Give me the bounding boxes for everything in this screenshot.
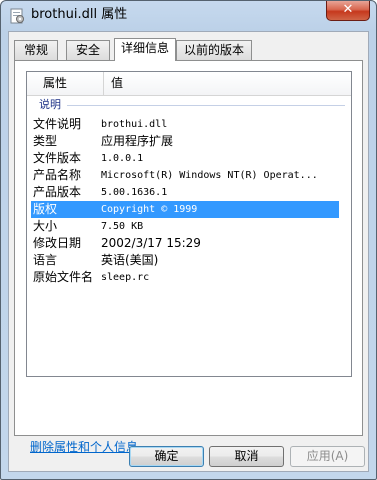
details-panel: 属性 值 说明 文件说明 brothui.dll 类型 应用程序扩展 文件版本 … [14,60,363,454]
list-item[interactable]: 语言 英语(美国) [31,252,339,269]
tab-security[interactable]: 安全 [66,40,110,60]
title-bar[interactable]: brothui.dll 属性 ✕ [1,1,376,31]
property-value: Microsoft(R) Windows NT(R) Operat... [101,170,318,181]
property-name: 版权 [33,202,58,216]
apply-button[interactable]: 应用(A) [290,446,365,467]
property-name: 原始文件名 [33,270,94,284]
tab-details[interactable]: 详细信息 [114,38,176,61]
column-header-property[interactable]: 属性 [43,72,67,95]
group-label: 说明 [39,98,61,111]
list-item[interactable]: 原始文件名 sleep.rc [31,269,339,286]
list-header: 属性 值 [27,72,351,96]
column-header-value[interactable]: 值 [111,72,123,95]
property-name: 修改日期 [33,236,82,250]
column-divider[interactable] [103,72,104,95]
window-title: brothui.dll 属性 [31,7,128,22]
property-name: 文件说明 [33,117,82,131]
remove-properties-link[interactable]: 删除属性和个人信息 [30,438,138,455]
list-item[interactable]: 文件版本 1.0.0.1 [31,150,339,167]
property-value: 7.50 KB [101,221,144,232]
details-list[interactable]: 属性 值 说明 文件说明 brothui.dll 类型 应用程序扩展 文件版本 … [26,71,352,377]
group-divider [67,105,345,106]
property-value: Copyright © 1999 [101,204,198,215]
property-value: sleep.rc [101,272,150,283]
close-button[interactable]: ✕ [326,1,370,21]
group-description: 说明 [27,96,351,114]
list-item[interactable]: 产品名称 Microsoft(R) Windows NT(R) Operat..… [31,167,339,184]
property-value: 应用程序扩展 [101,134,174,148]
list-item[interactable]: 文件说明 brothui.dll [31,116,339,133]
property-name: 产品版本 [33,185,82,199]
list-item-selected[interactable]: 版权 Copyright © 1999 [31,201,339,218]
property-name: 产品名称 [33,168,82,182]
list-item[interactable]: 产品版本 5.00.1636.1 [31,184,339,201]
property-name: 文件版本 [33,151,82,165]
list-item[interactable]: 大小 7.50 KB [31,218,339,235]
dll-file-icon [10,8,24,24]
property-name: 类型 [33,134,58,148]
tab-general[interactable]: 常规 [14,40,58,60]
cancel-button[interactable]: 取消 [209,446,284,467]
properties-window: brothui.dll 属性 ✕ 常规 安全 详细信息 以前的版本 属性 值 说… [0,0,377,480]
list-item[interactable]: 修改日期 2002/3/17 15:29 [31,235,339,252]
property-value: 5.00.1636.1 [101,187,168,198]
close-icon: ✕ [342,2,354,17]
dialog-client-area: 常规 安全 详细信息 以前的版本 属性 值 说明 文件说明 brothui.dl… [8,31,369,472]
list-item[interactable]: 类型 应用程序扩展 [31,133,339,150]
property-value: 2002/3/17 15:29 [101,236,201,250]
property-value: 英语(美国) [101,253,159,267]
ok-button[interactable]: 确定 [129,446,204,467]
property-value: 1.0.0.1 [101,153,144,164]
tab-previous-versions[interactable]: 以前的版本 [176,40,252,60]
property-value: brothui.dll [101,119,168,130]
property-name: 语言 [33,253,58,267]
property-name: 大小 [33,219,58,233]
